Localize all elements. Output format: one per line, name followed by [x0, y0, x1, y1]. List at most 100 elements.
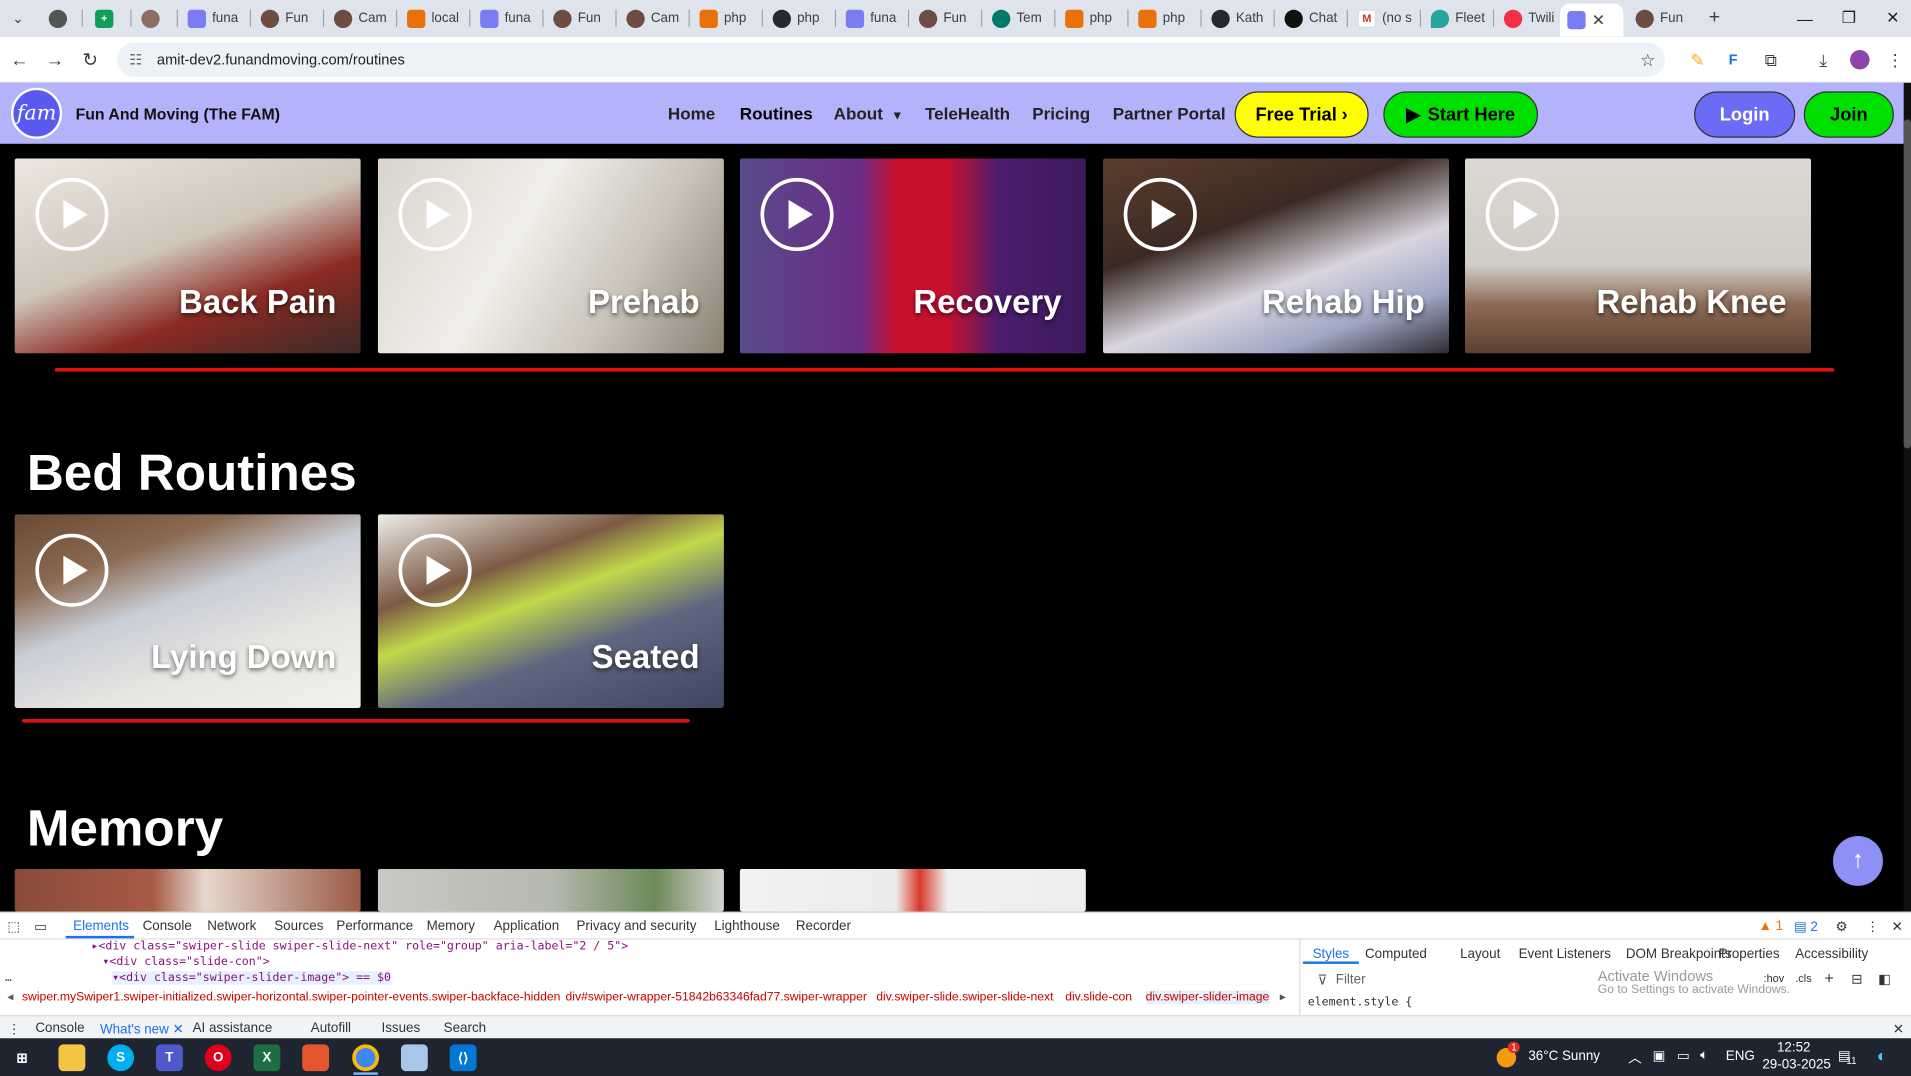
gear-icon[interactable]: ⚙	[1835, 919, 1847, 935]
extensions-button[interactable]: ⧉	[1759, 48, 1783, 72]
dom-node[interactable]: ▸<div class="swiper-slide swiper-slide-n…	[91, 940, 628, 953]
xampp-icon[interactable]	[302, 1044, 330, 1072]
close-icon[interactable]: ✕	[1592, 10, 1605, 29]
browser-tab[interactable]: +	[88, 4, 132, 33]
tab-event-listeners[interactable]: Event Listeners	[1519, 947, 1611, 962]
paint-icon[interactable]: ⊟	[1851, 971, 1862, 987]
downloads-button[interactable]: ⤓	[1811, 48, 1835, 72]
skype-icon[interactable]: S	[107, 1044, 135, 1072]
browser-tab[interactable]: Cam	[327, 4, 398, 33]
tab-memory[interactable]: Memory	[427, 919, 475, 934]
scroll-to-top-button[interactable]: ↑	[1833, 835, 1883, 886]
browser-tab[interactable]: php	[692, 4, 763, 33]
back-button[interactable]: ←	[6, 46, 33, 73]
nav-routines[interactable]: Routines	[740, 104, 813, 123]
scrollbar-thumb[interactable]	[1903, 119, 1911, 449]
routine-card-memory[interactable]	[377, 868, 724, 912]
dom-node[interactable]: ▾<div class="slide-con">	[102, 955, 269, 968]
browser-tab[interactable]: Fun	[546, 4, 617, 33]
tab-dom-breakpoints[interactable]: DOM Breakpoints	[1626, 947, 1732, 962]
nav-pricing[interactable]: Pricing	[1032, 104, 1090, 123]
kebab-menu-icon[interactable]: ⋮	[7, 1021, 20, 1037]
nav-partner-portal[interactable]: Partner Portal	[1113, 104, 1226, 123]
routine-card-recovery[interactable]: Recovery	[739, 158, 1086, 354]
tab-accessibility[interactable]: Accessibility	[1795, 947, 1868, 962]
device-toggle-icon[interactable]: ▭	[34, 919, 47, 935]
warning-icon[interactable]: ▲ 1	[1759, 919, 1783, 934]
extension-button[interactable]: ✎	[1686, 48, 1710, 72]
profile-button[interactable]	[1848, 48, 1872, 72]
cls-button[interactable]: .cls	[1795, 972, 1811, 984]
bookmark-button[interactable]: ☆	[1636, 48, 1660, 72]
copilot-icon[interactable]: ◐	[1877, 1046, 1887, 1065]
breadcrumb-item[interactable]: swiper.mySwiper1.swiper-initialized.swip…	[22, 991, 561, 1004]
browser-tab[interactable]: local	[400, 4, 471, 33]
drawer-tab-search[interactable]: Search	[444, 1021, 486, 1036]
routine-card-rehab-hip[interactable]: Rehab Hip	[1102, 158, 1450, 354]
forward-button[interactable]: →	[41, 46, 68, 73]
styles-filter-input[interactable]: Filter	[1336, 972, 1366, 987]
start-here-button[interactable]: ▶ Start Here	[1383, 91, 1539, 138]
close-icon[interactable]: ✕	[173, 1022, 184, 1037]
tab-properties[interactable]: Properties	[1718, 947, 1779, 962]
teams-icon[interactable]: T	[156, 1044, 183, 1072]
address-bar[interactable]: ☷ amit-dev2.funandmoving.com/routines	[117, 42, 1665, 77]
hov-button[interactable]: :hov	[1764, 972, 1785, 984]
browser-tab[interactable]	[41, 4, 83, 33]
tab-network[interactable]: Network	[207, 919, 256, 934]
breadcrumb-item[interactable]: div.swiper-slide.swiper-slide-next	[876, 991, 1053, 1004]
play-icon[interactable]	[35, 533, 109, 607]
play-icon[interactable]	[35, 177, 109, 252]
tab-performance[interactable]: Performance	[336, 919, 413, 934]
browser-tab[interactable]: php	[1131, 4, 1202, 33]
routine-card-memory[interactable]	[14, 868, 361, 912]
language-indicator[interactable]: ENG	[1726, 1049, 1755, 1064]
routine-card-seated[interactable]: Seated	[377, 514, 724, 709]
network-icon[interactable]: ▭	[1677, 1048, 1690, 1064]
notepad-icon[interactable]	[400, 1044, 428, 1072]
dom-node-selected[interactable]: ▾<div class="swiper-slider-image"> == $0	[112, 971, 391, 985]
browser-tab[interactable]: funa	[839, 4, 910, 33]
browser-tab[interactable]: Twili	[1497, 4, 1563, 33]
clock-date[interactable]: 29-03-2025	[1762, 1058, 1831, 1073]
browser-tab[interactable]: funa	[473, 4, 544, 33]
breadcrumb-item[interactable]: div.slide-con	[1065, 991, 1132, 1004]
restore-button[interactable]: ❐	[1826, 0, 1872, 37]
vscode-icon[interactable]: ⟨⟩	[449, 1044, 477, 1072]
page-scrollbar[interactable]	[1903, 82, 1911, 912]
join-button[interactable]: Join	[1803, 91, 1894, 138]
tab-styles[interactable]: Styles	[1313, 947, 1350, 962]
reload-button[interactable]: ↻	[77, 46, 104, 73]
tab-application[interactable]: Application	[494, 919, 560, 934]
brand-name[interactable]: Fun And Moving (The FAM)	[76, 105, 280, 123]
play-icon[interactable]	[1485, 177, 1559, 252]
play-icon[interactable]	[1123, 177, 1197, 252]
play-icon[interactable]	[760, 177, 834, 252]
clock-time[interactable]: 12:52	[1777, 1041, 1811, 1056]
volume-icon[interactable]: 🔈︎	[1700, 1048, 1708, 1064]
breadcrumb-item[interactable]: div#swiper-wrapper-51842b63346fad77.swip…	[566, 991, 867, 1004]
chevron-right-icon[interactable]: ▸	[1280, 991, 1286, 1004]
site-info-icon[interactable]: ☷	[129, 51, 142, 68]
extension-button[interactable]: F	[1721, 48, 1745, 72]
plus-icon[interactable]: +	[1824, 969, 1833, 987]
tab-console[interactable]: Console	[143, 919, 192, 934]
browser-tab[interactable]: Tem	[985, 4, 1056, 33]
menu-button[interactable]: ⋮	[1883, 48, 1907, 72]
breadcrumb-item-active[interactable]: div.swiper-slider-image	[1145, 990, 1270, 1005]
kebab-menu-icon[interactable]: ⋮	[1866, 919, 1879, 935]
browser-tab[interactable]: M (no s	[1350, 4, 1422, 33]
tab-privacy[interactable]: Privacy and security	[576, 919, 696, 934]
chevron-up-icon[interactable]: ︿	[1628, 1048, 1641, 1067]
message-icon[interactable]: ▤ 2	[1794, 919, 1818, 935]
browser-tab[interactable]: funa	[180, 4, 252, 33]
browser-tab-active[interactable]: ✕	[1560, 3, 1624, 37]
chevron-left-icon[interactable]: ◂	[7, 991, 13, 1004]
nav-about[interactable]: About ▼	[834, 104, 904, 123]
opera-icon[interactable]: O	[204, 1044, 232, 1072]
browser-tab[interactable]: Cam	[619, 4, 690, 33]
free-trial-button[interactable]: Free Trial ›	[1234, 91, 1369, 138]
drawer-tab-ai-assistance[interactable]: AI assistance	[193, 1021, 273, 1036]
close-window-button[interactable]: ✕	[1870, 0, 1911, 37]
drawer-tab-whats-new[interactable]: What's new ✕	[100, 1021, 184, 1037]
